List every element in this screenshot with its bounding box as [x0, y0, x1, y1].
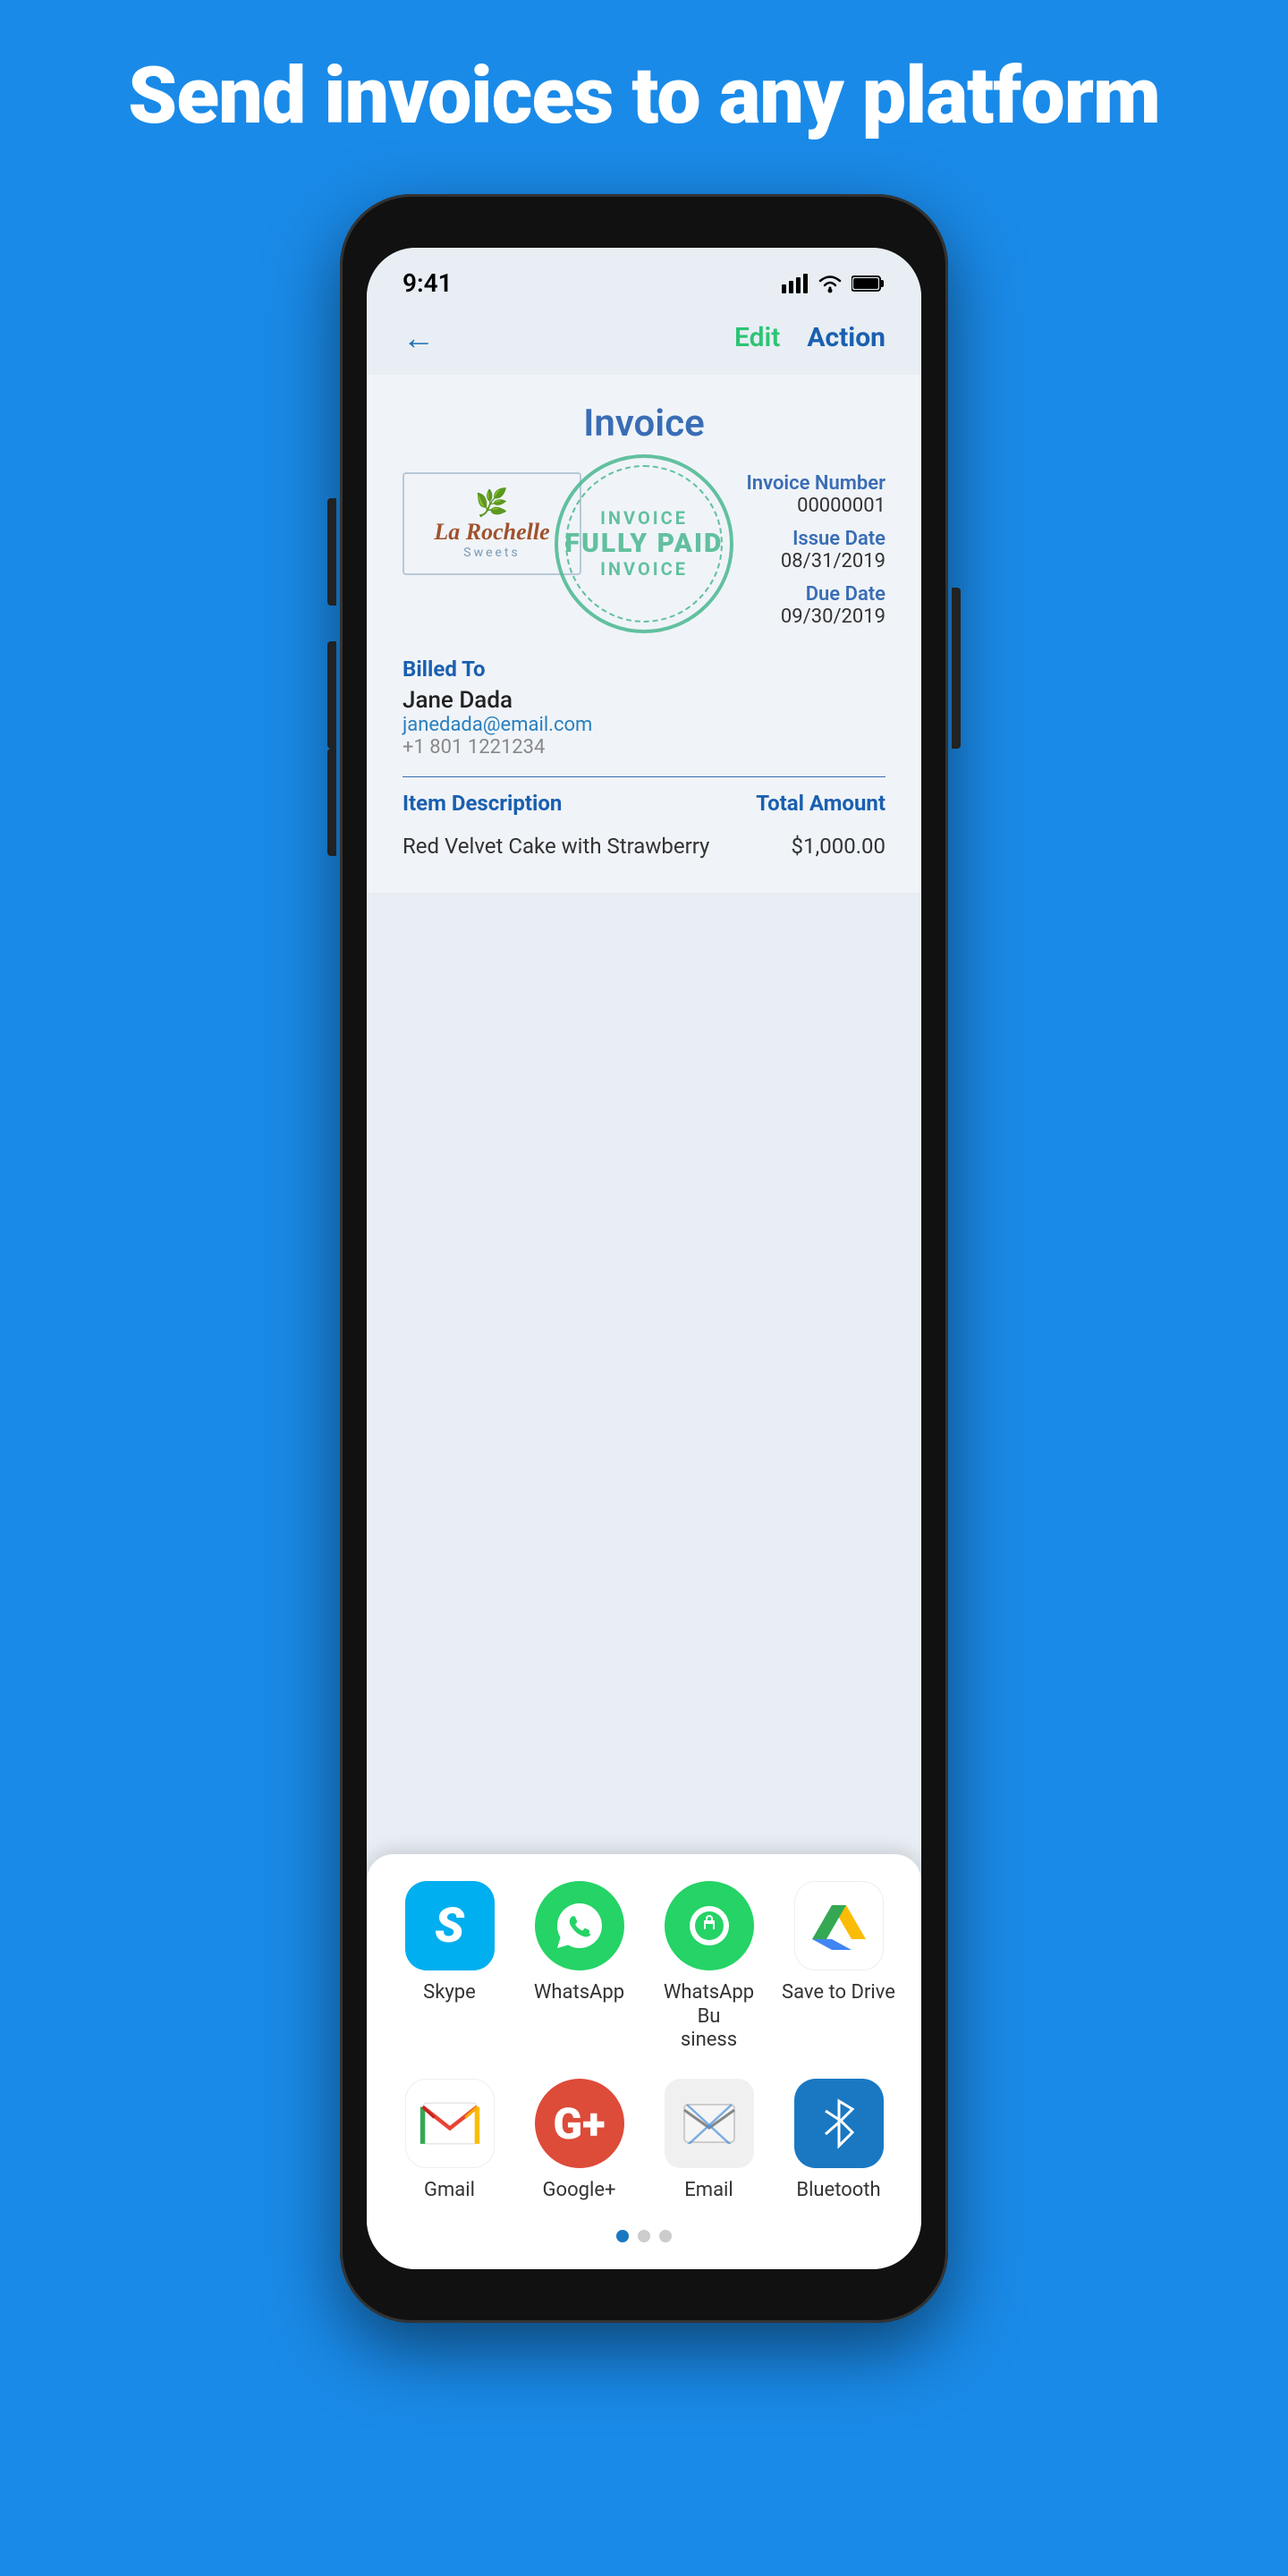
item-description: Red Velvet Cake with Strawberry: [402, 834, 709, 859]
logo-box: 🌿 La Rochelle Sweets: [402, 472, 581, 575]
nav-bar: ← Edit Action: [367, 310, 921, 375]
gmail-label: Gmail: [424, 2179, 475, 2202]
bluetooth-icon: [794, 2079, 884, 2168]
status-bar: 9:41: [367, 248, 921, 310]
signal-icon: [782, 274, 809, 293]
whatsapp-business-label: WhatsApp Business: [651, 1981, 767, 2052]
invoice-info: Invoice Number 00000001 Issue Date 08/31…: [746, 472, 886, 639]
google-plus-label: Google+: [543, 2179, 616, 2202]
share-item-email[interactable]: Email: [651, 2079, 767, 2202]
save-to-drive-label: Save to Drive: [782, 1981, 895, 2004]
phone-screen: 9:41: [367, 248, 921, 2269]
stamp-line2: FULLY PAID: [565, 529, 724, 558]
stamp-line3: INVOICE: [600, 558, 688, 580]
wifi-icon: [818, 274, 843, 293]
issue-date-value: 08/31/2019: [746, 550, 886, 572]
bluetooth-label: Bluetooth: [796, 2179, 880, 2202]
items-header: Item Description Total Amount: [402, 791, 886, 816]
share-row-1: S Skype WhatsApp: [385, 1881, 903, 2052]
billed-section: Billed To Jane Dada janedada@email.com +…: [402, 657, 886, 758]
phone-mockup: 9:41: [340, 194, 948, 2412]
table-row: Red Velvet Cake with Strawberry $1,000.0…: [402, 826, 886, 866]
status-icons: [782, 274, 886, 293]
share-item-google-plus[interactable]: G+ Google+: [521, 2079, 638, 2202]
billed-to-label: Billed To: [402, 657, 886, 682]
due-date-label: Due Date: [746, 583, 886, 606]
invoice-number-value: 00000001: [746, 495, 886, 517]
share-item-bluetooth[interactable]: Bluetooth: [781, 2079, 897, 2202]
item-amount: $1,000.00: [792, 834, 886, 859]
whatsapp-business-icon: [665, 1881, 754, 1970]
skype-label: Skype: [423, 1981, 476, 2004]
due-date-value: 09/30/2019: [746, 606, 886, 628]
share-item-whatsapp[interactable]: WhatsApp: [521, 1881, 638, 2052]
client-email: janedada@email.com: [402, 714, 886, 736]
invoice-number-label: Invoice Number: [746, 472, 886, 495]
drive-icon: [794, 1881, 884, 1970]
share-item-gmail[interactable]: Gmail: [392, 2079, 508, 2202]
logo-area: 🌿 La Rochelle Sweets: [402, 472, 581, 575]
phone-shell: 9:41: [340, 194, 948, 2323]
whatsapp-icon: [535, 1881, 624, 1970]
dot-1: [616, 2230, 629, 2242]
whatsapp-label: WhatsApp: [534, 1981, 624, 2004]
back-button[interactable]: ←: [402, 319, 435, 357]
status-time: 9:41: [402, 268, 453, 298]
google-plus-icon: G+: [535, 2079, 624, 2168]
logo-decoration: 🌿: [418, 487, 566, 519]
invoice-area: Invoice 🌿 La Rochelle Sweets INVOICE FUL…: [367, 375, 921, 893]
action-button[interactable]: Action: [807, 322, 886, 353]
share-row-2: Gmail G+ Google+: [385, 2079, 903, 2202]
invoice-title: Invoice: [402, 402, 886, 445]
gmail-icon: [405, 2079, 495, 2168]
client-name: Jane Dada: [402, 687, 886, 714]
email-icon: [665, 2079, 754, 2168]
total-amount-col-header: Total Amount: [756, 791, 886, 816]
stamp-line1: INVOICE: [600, 507, 688, 529]
dot-2: [638, 2230, 650, 2242]
paid-stamp: INVOICE FULLY PAID INVOICE: [555, 454, 733, 633]
nav-actions: Edit Action: [734, 322, 886, 353]
dot-indicator: [385, 2230, 903, 2242]
battery-icon: [852, 275, 886, 292]
logo-title: La Rochelle: [418, 519, 566, 546]
share-sheet: S Skype WhatsApp: [367, 1854, 921, 2269]
invoice-divider: [402, 776, 886, 777]
dot-3: [659, 2230, 672, 2242]
client-phone: +1 801 1221234: [402, 736, 886, 758]
item-desc-col-header: Item Description: [402, 791, 562, 816]
issue-date-label: Issue Date: [746, 528, 886, 550]
hero-section: Send invoices to any platform: [56, 0, 1232, 176]
share-item-skype[interactable]: S Skype: [392, 1881, 508, 2052]
share-item-save-to-drive[interactable]: Save to Drive: [781, 1881, 897, 2052]
share-item-whatsapp-business[interactable]: WhatsApp Business: [651, 1881, 767, 2052]
logo-subtitle: Sweets: [418, 546, 566, 560]
email-label: Email: [684, 2179, 733, 2202]
edit-button[interactable]: Edit: [734, 322, 780, 353]
invoice-header: 🌿 La Rochelle Sweets INVOICE FULLY PAID …: [402, 472, 886, 639]
skype-icon: S: [405, 1881, 495, 1970]
hero-title: Send invoices to any platform: [128, 54, 1160, 140]
